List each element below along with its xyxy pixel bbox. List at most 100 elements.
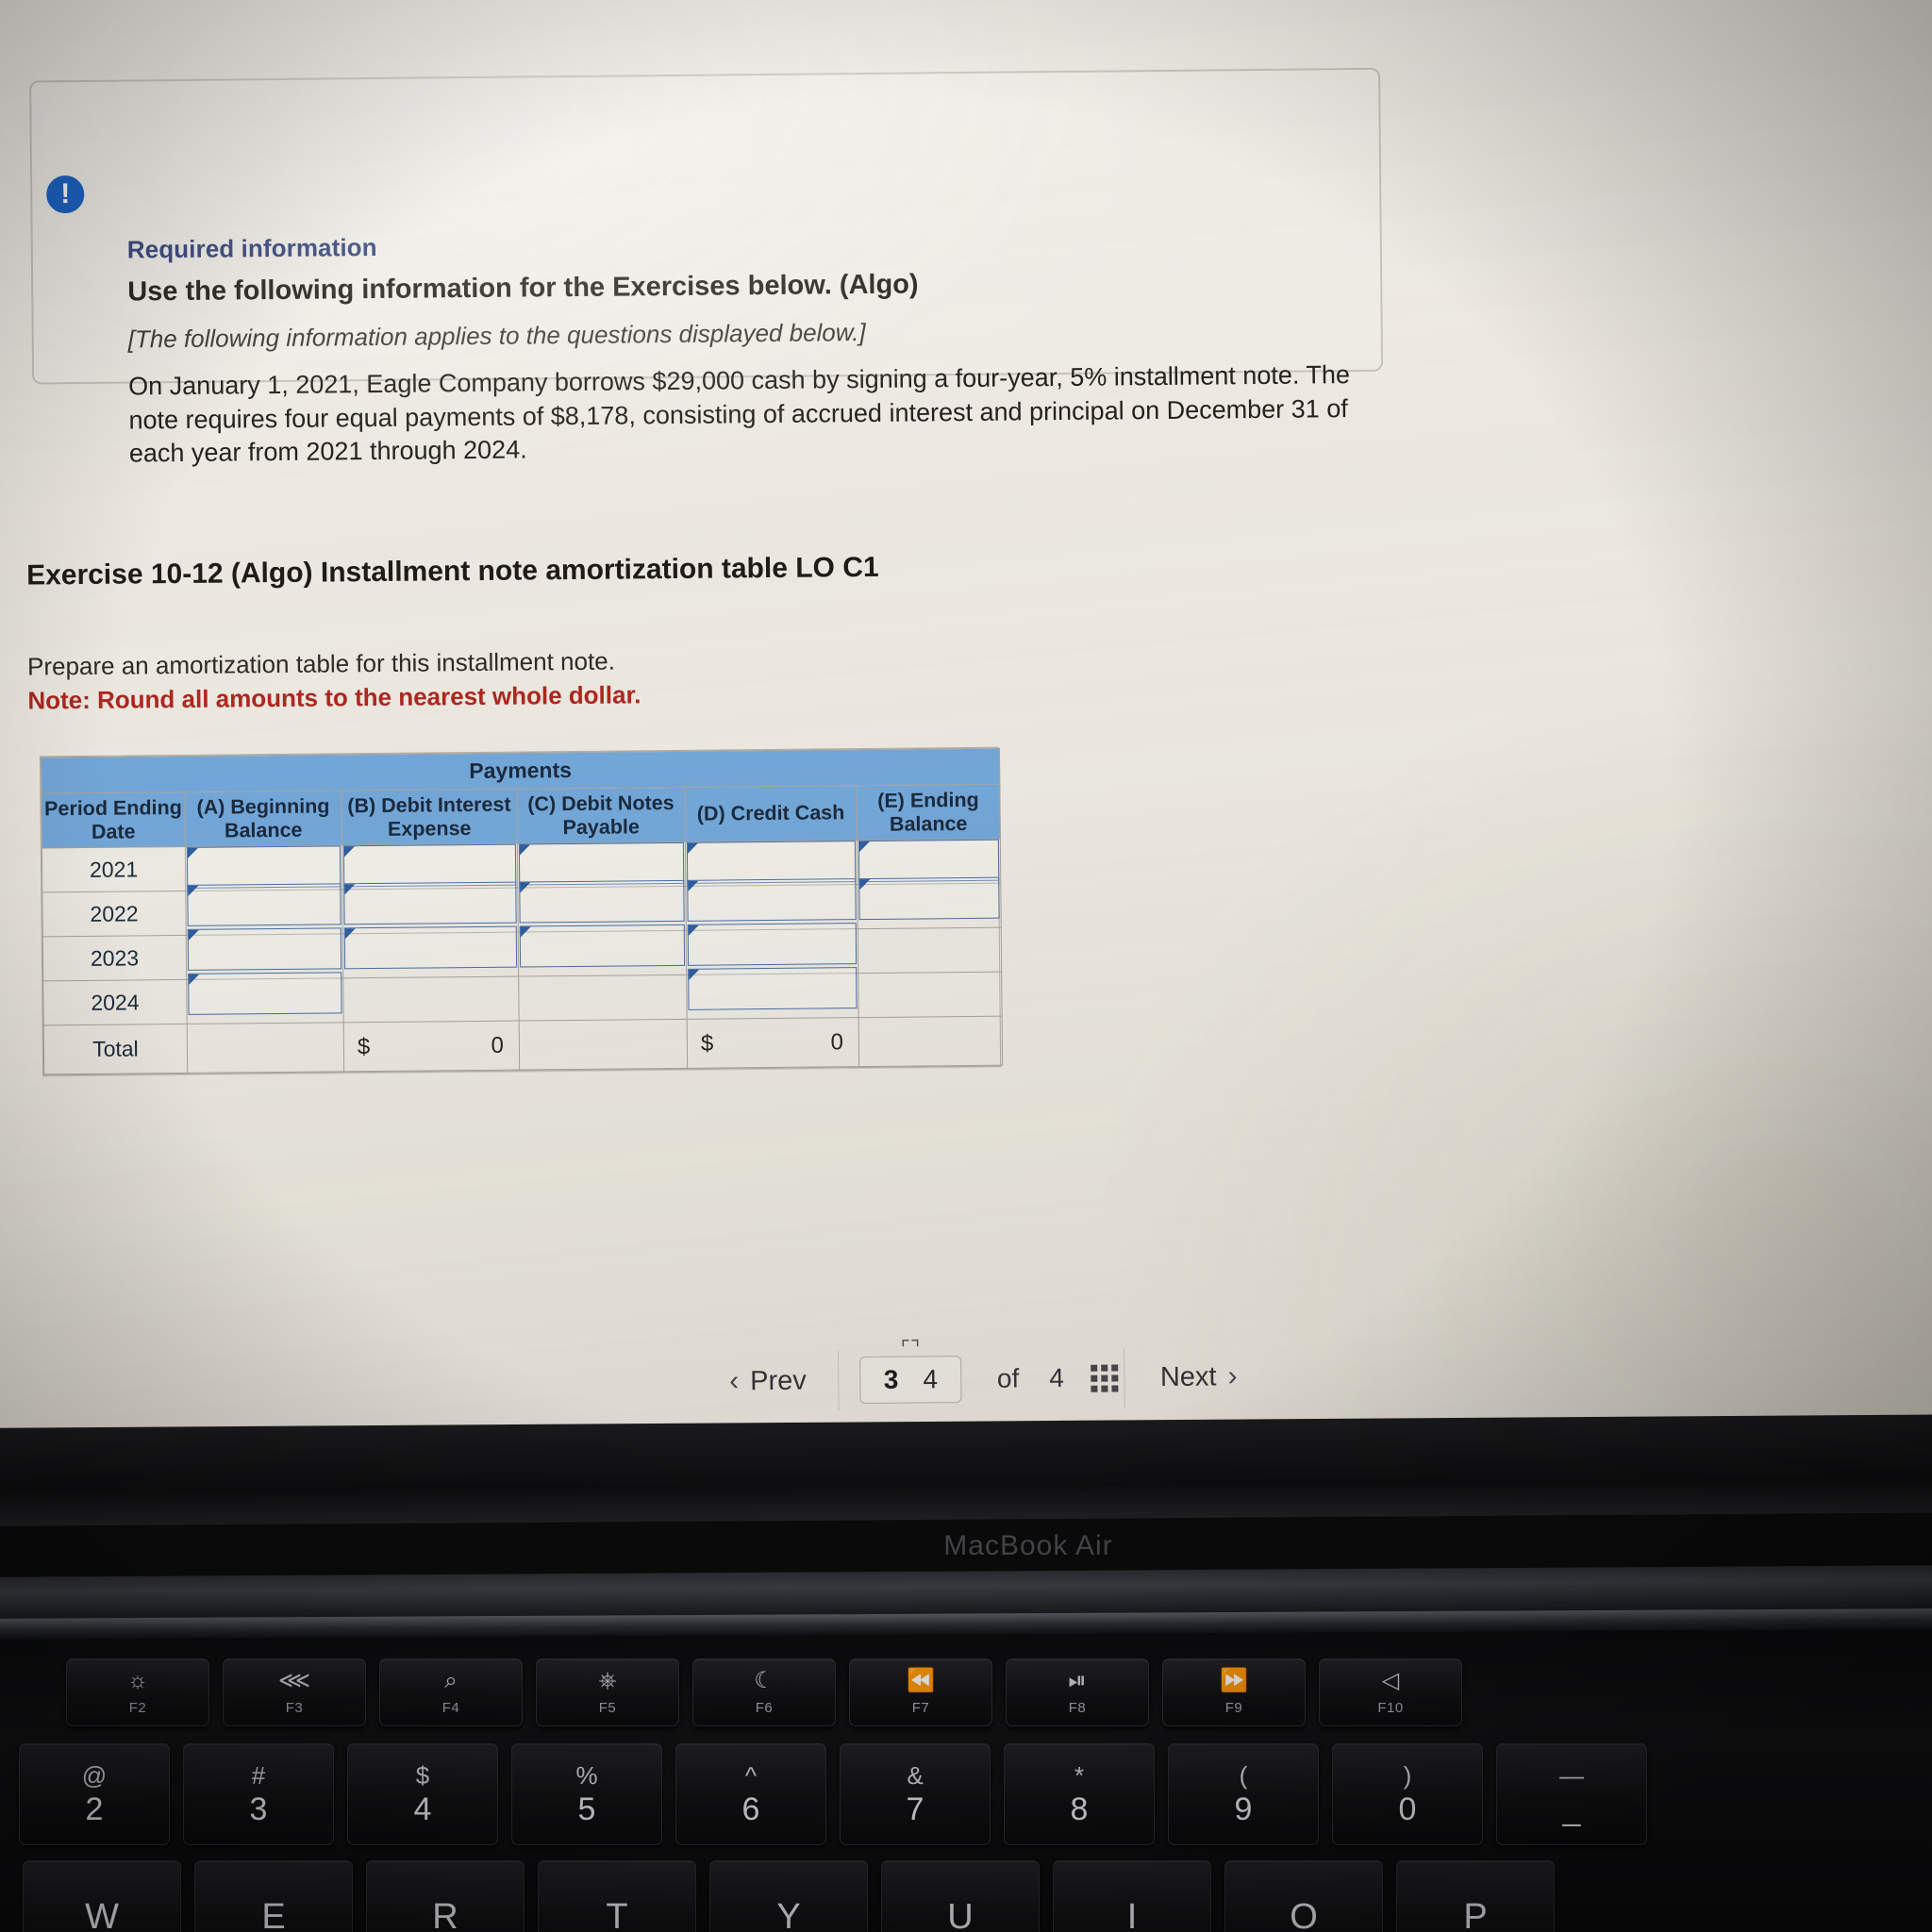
key-label: I [1126,1896,1138,1932]
period-label-2021: 2021 [42,846,186,892]
page-number-box[interactable]: ⌜⌝ 3 4 [859,1336,962,1405]
input-cell-2023-interest-expense[interactable] [342,925,519,978]
key-f10[interactable]: ◁ F10 [1319,1658,1462,1726]
key-e[interactable]: E [194,1860,353,1932]
spotlight-search-icon: ⌕ [444,1667,458,1693]
input-cell-2024-credit-cash[interactable] [686,967,859,1020]
fast-forward-icon: ⏩ [1220,1667,1248,1693]
period-label-2023: 2023 [42,935,187,981]
key-label: 0 [1398,1791,1417,1827]
key-f9[interactable]: ⏩ F9 [1162,1658,1306,1726]
current-page-number: 3 [883,1364,899,1394]
key-shift-label: ) [1403,1761,1412,1790]
key-f4[interactable]: ⌕ F4 [379,1658,523,1726]
next-page-number[interactable]: 4 [923,1364,938,1394]
input-cell-2023-notes-payable[interactable] [518,924,687,977]
key-shift-label: ( [1239,1761,1248,1790]
input-cell-2023-ending-balance[interactable] [858,927,1002,974]
input-cell-2024-ending-balance[interactable] [858,972,1003,1018]
key-y[interactable]: Y [709,1860,868,1932]
key-p[interactable]: P [1396,1860,1555,1932]
key-label: W [85,1896,119,1932]
key-hyphen[interactable]: — _ [1496,1743,1647,1845]
mute-icon: ◁ [1381,1667,1400,1693]
key-u[interactable]: U [881,1860,1040,1932]
key-6[interactable]: ^ 6 [675,1743,826,1845]
currency-symbol: $ [700,1030,714,1057]
key-9[interactable]: (9 [1168,1743,1319,1845]
laptop-screen: ! Required information Use the following… [0,0,1932,1457]
key-shift-label: # [251,1761,266,1790]
key-label: R [432,1896,458,1932]
grid-icon[interactable] [1090,1363,1119,1392]
total-interest-expense-value: 0 [491,1032,505,1058]
of-label: of [996,1363,1020,1393]
key-t[interactable]: T [538,1860,696,1932]
prev-button[interactable]: ‹ Prev [696,1350,841,1412]
exercise-rounding-note: Note: Round all amounts to the nearest w… [27,680,641,715]
key-shift-label: % [575,1761,598,1790]
play-pause-icon: ⏯ [1068,1667,1087,1693]
required-information-note: [The following information applies to th… [127,317,866,354]
key-shift-label: @ [81,1761,108,1790]
key-8[interactable]: * 8 [1004,1743,1155,1845]
key-f8[interactable]: ⏯ F8 [1006,1658,1149,1726]
dictation-icon: ⎈ [598,1667,617,1693]
key-7[interactable]: & 7 [840,1743,991,1845]
amortization-table-wrapper: Payments Period Ending Date (A) Beginnin… [39,746,1003,1076]
key-label: F4 [441,1699,460,1716]
key-shift-label: ^ [744,1761,758,1790]
key-shift-label: * [1074,1761,1085,1790]
key-label: F6 [755,1699,774,1716]
currency-symbol: $ [357,1033,371,1059]
total-interest-expense: $ 0 [343,1021,520,1072]
input-cell-2024-beginning-balance[interactable] [186,972,344,1024]
key-i[interactable]: I [1053,1860,1211,1932]
column-header-ending-balance: (E) Ending Balance [856,784,1001,841]
total-beginning-balance [187,1022,344,1074]
key-f3[interactable]: ⋘ F3 [223,1658,366,1726]
amortization-table: Payments Period Ending Date (A) Beginnin… [41,748,1003,1075]
total-credit-cash: $ 0 [687,1017,859,1069]
key-3[interactable]: #3 [183,1743,334,1845]
key-label: F8 [1068,1699,1087,1716]
required-information-heading: Use the following information for the Ex… [127,269,919,308]
key-label: Y [776,1896,801,1932]
total-pages: 4 [1049,1363,1065,1393]
exclamation-icon: ! [43,172,88,217]
required-information-label: Required information [126,232,377,264]
key-0[interactable]: ) 0 [1332,1743,1483,1845]
key-f2[interactable]: ☼ F2 [66,1658,209,1726]
input-cell-2024-notes-payable[interactable] [518,974,688,1022]
key-f5[interactable]: ⎈ F5 [536,1658,679,1726]
photo-of-laptop-screen: ! Required information Use the following… [0,0,1932,1932]
key-4[interactable]: $4 [347,1743,498,1845]
key-w[interactable]: W [23,1860,181,1932]
key-shift-label: $ [415,1761,430,1790]
key-5[interactable]: % 5 [511,1743,662,1845]
key-f6[interactable]: ☾ F6 [692,1658,836,1726]
key-label: 2 [85,1791,104,1827]
key-label: _ [1562,1791,1581,1827]
key-label: P [1463,1896,1488,1932]
next-button[interactable]: Next › [1123,1345,1270,1408]
key-r[interactable]: R [366,1860,525,1932]
total-ending-balance [858,1016,1003,1067]
key-2[interactable]: @2 [19,1743,170,1845]
letter-key-row: W E R T Y U I O P [23,1860,1568,1932]
key-o[interactable]: O [1224,1860,1383,1932]
period-label-2022: 2022 [42,891,187,937]
key-f7[interactable]: ⏪ F7 [849,1658,992,1726]
input-cell-2024-interest-expense[interactable] [342,976,520,1023]
function-key-row: ☼ F2 ⋘ F3 ⌕ F4 ⎈ F5 ☾ F6 ⏪ F7 ⏯ F8 ⏩ F9 ◁ F10 [66,1658,1475,1726]
page-clip-marker: ⌜⌝ [900,1336,921,1360]
chevron-right-icon: › [1227,1360,1238,1392]
key-label: 3 [249,1791,268,1827]
input-cell-2022-ending-balance[interactable] [857,876,1002,929]
brightness-icon: ☼ [127,1667,148,1693]
device-brand-label: MacBook Air [943,1530,1113,1561]
key-label: 4 [413,1791,432,1827]
key-shift-label: — [1559,1761,1584,1790]
total-credit-cash-value: 0 [830,1028,844,1055]
key-shift-label: & [907,1761,924,1790]
